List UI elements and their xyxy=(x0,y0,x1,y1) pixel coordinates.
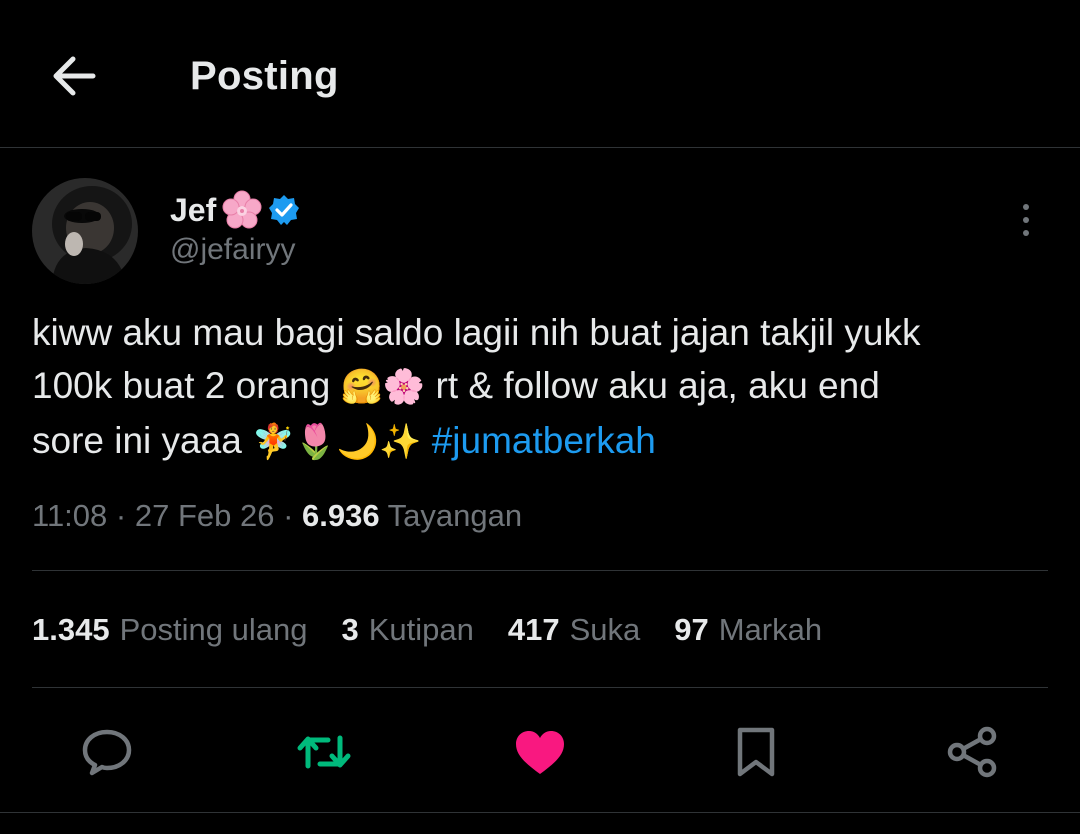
page-title: Posting xyxy=(190,54,339,98)
views-count[interactable]: 6.936 xyxy=(302,498,380,533)
back-button[interactable] xyxy=(44,48,104,104)
hug-blossom-emoji: 🤗🌸 xyxy=(340,368,426,406)
reposts-label: Posting ulang xyxy=(119,612,308,647)
bookmark-icon xyxy=(737,727,775,777)
more-vertical-icon xyxy=(1023,204,1029,210)
tweet-text-line: 100k buat 2 orang xyxy=(32,365,341,406)
engagement-stats: 1.345 Posting ulang 3 Kutipan 417 Suka 97 Ma… xyxy=(32,612,822,648)
repost-icon xyxy=(297,735,351,769)
tweet-text-line: kiww aku mau bagi saldo lagii nih buat j… xyxy=(32,312,921,353)
likes-label: Suka xyxy=(569,612,641,647)
repost-button[interactable] xyxy=(292,720,356,784)
bookmarks-label: Markah xyxy=(718,612,823,647)
author-handle[interactable]: @jefairyy xyxy=(170,233,295,267)
tweet-text: kiww aku mau bagi saldo lagii nih buat j… xyxy=(32,306,1042,469)
author-name-row[interactable]: Jef xyxy=(170,190,300,230)
bookmarks-stat[interactable]: 97 Markah xyxy=(674,612,822,648)
divider xyxy=(0,812,1080,813)
tweet-meta: 11:08 · 27 Feb 26 · 6.936 Tayangan xyxy=(32,498,523,533)
reposts-stat[interactable]: 1.345 Posting ulang xyxy=(32,612,307,648)
divider xyxy=(32,687,1048,688)
hashtag-link[interactable]: #jumatberkah xyxy=(432,420,656,461)
tweet-date: 27 Feb 26 xyxy=(134,498,275,533)
tweet-time: 11:08 xyxy=(32,498,108,533)
cherry-blossom-icon xyxy=(222,190,262,229)
fairy-tulip-moon-sparkles-emoji: 🧚🌷🌙✨ xyxy=(252,423,422,461)
reply-icon xyxy=(82,729,132,776)
arrow-left-icon xyxy=(53,56,96,96)
like-button[interactable] xyxy=(508,720,572,784)
views-label: Tayangan xyxy=(387,498,523,533)
heart-filled-icon xyxy=(516,731,564,774)
divider xyxy=(32,570,1048,571)
bookmarks-count: 97 xyxy=(674,612,709,647)
bookmark-button[interactable] xyxy=(724,720,788,784)
avatar[interactable] xyxy=(32,178,138,284)
quotes-label: Kutipan xyxy=(368,612,474,647)
top-bar: Posting xyxy=(0,0,1080,148)
likes-stat[interactable]: 417 Suka xyxy=(508,612,640,648)
verified-badge-icon xyxy=(269,195,300,225)
share-icon xyxy=(947,726,997,778)
action-bar xyxy=(0,720,1080,784)
quotes-stat[interactable]: 3 Kutipan xyxy=(341,612,473,648)
more-options-button[interactable] xyxy=(1008,200,1044,240)
tweet-text-line: rt & follow aku aja, aku end xyxy=(425,365,880,406)
author-name: Jef xyxy=(170,191,217,228)
quotes-count: 3 xyxy=(341,612,359,647)
likes-count: 417 xyxy=(507,612,560,647)
share-button[interactable] xyxy=(940,720,1004,784)
reposts-count: 1.345 xyxy=(32,612,110,647)
tweet-text-line: sore ini yaaa xyxy=(32,420,253,461)
reply-button[interactable] xyxy=(75,720,139,784)
